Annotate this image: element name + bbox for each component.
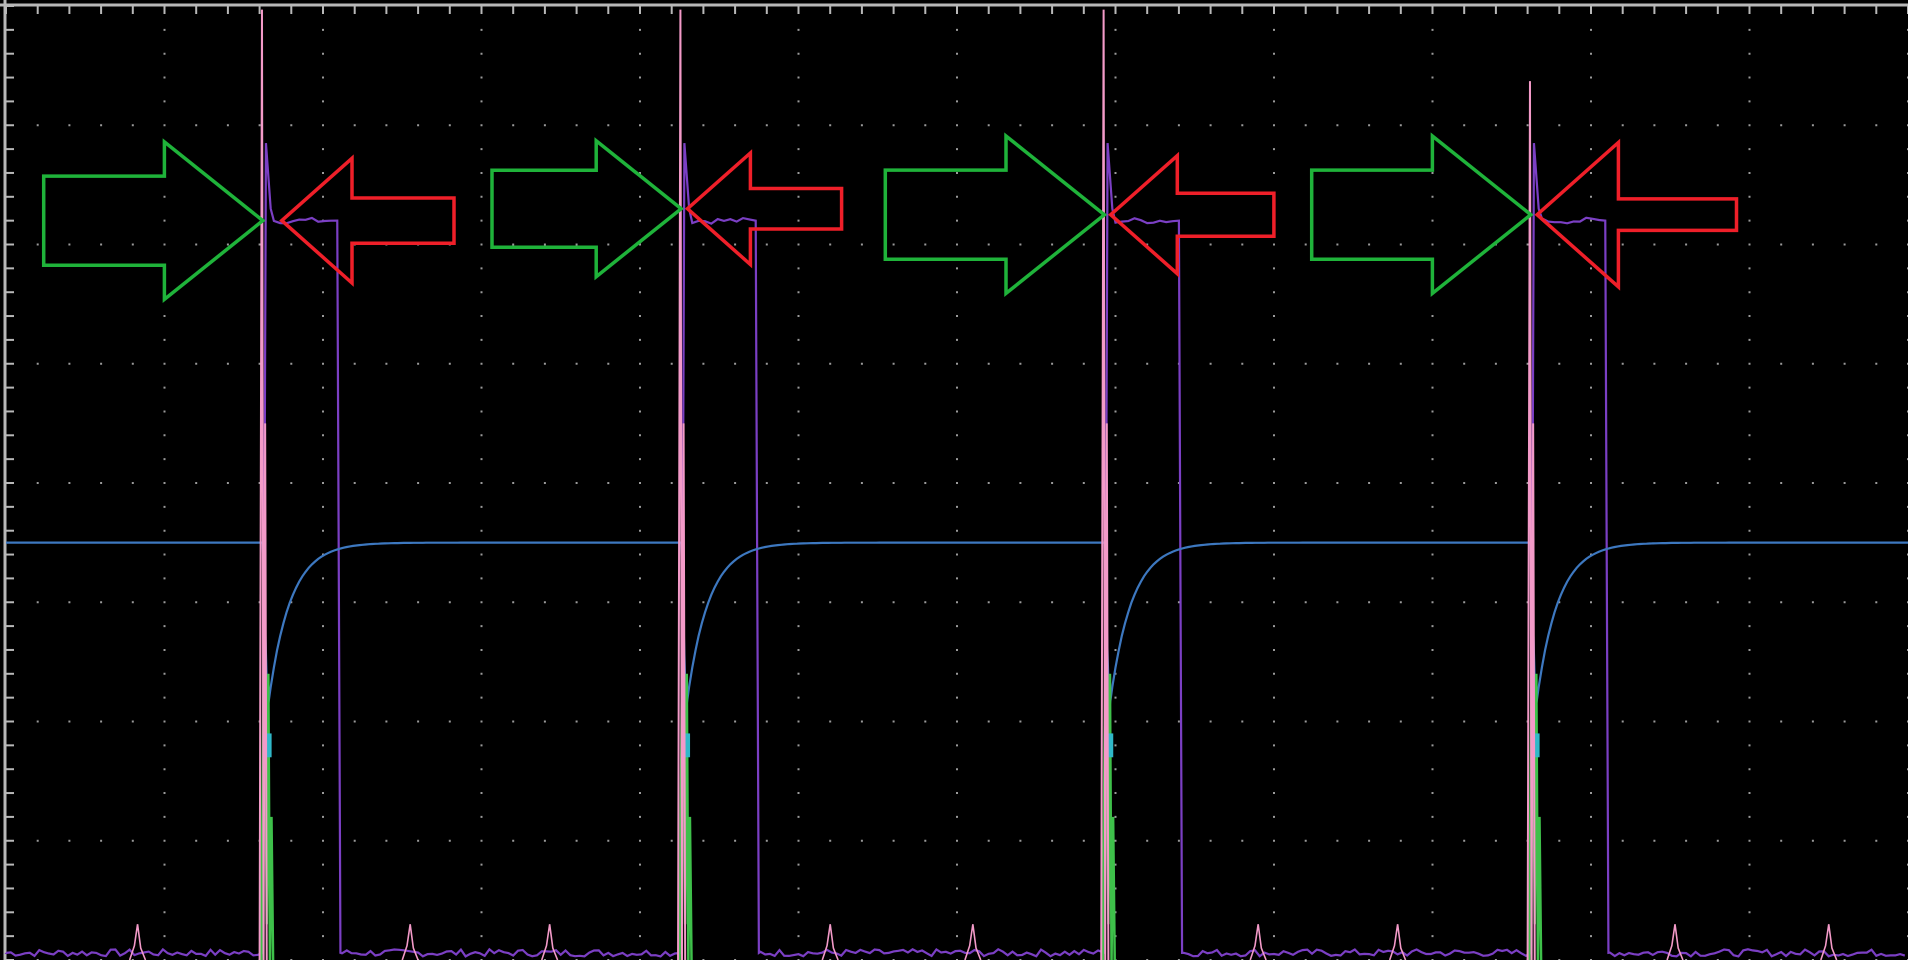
red-arrow bbox=[279, 154, 456, 287]
green-arrow bbox=[41, 138, 266, 304]
red-arrow bbox=[684, 149, 844, 269]
annotations bbox=[41, 132, 1739, 304]
oscilloscope-screen bbox=[0, 0, 1908, 960]
oscilloscope-plot bbox=[0, 0, 1908, 960]
pink-noise-bump bbox=[964, 924, 982, 960]
red-arrow bbox=[1108, 151, 1276, 278]
pink-noise-bump bbox=[1666, 924, 1684, 960]
green-arrow bbox=[883, 132, 1108, 298]
pink-noise-bump bbox=[1820, 924, 1838, 960]
pink-noise-bump bbox=[401, 924, 419, 960]
green-arrow bbox=[490, 137, 685, 281]
pink-noise-bump bbox=[540, 924, 559, 960]
grid bbox=[0, 0, 1908, 960]
pink-noise-bump bbox=[821, 924, 839, 960]
red-arrow bbox=[1534, 138, 1739, 291]
green-arrow bbox=[1309, 132, 1534, 298]
